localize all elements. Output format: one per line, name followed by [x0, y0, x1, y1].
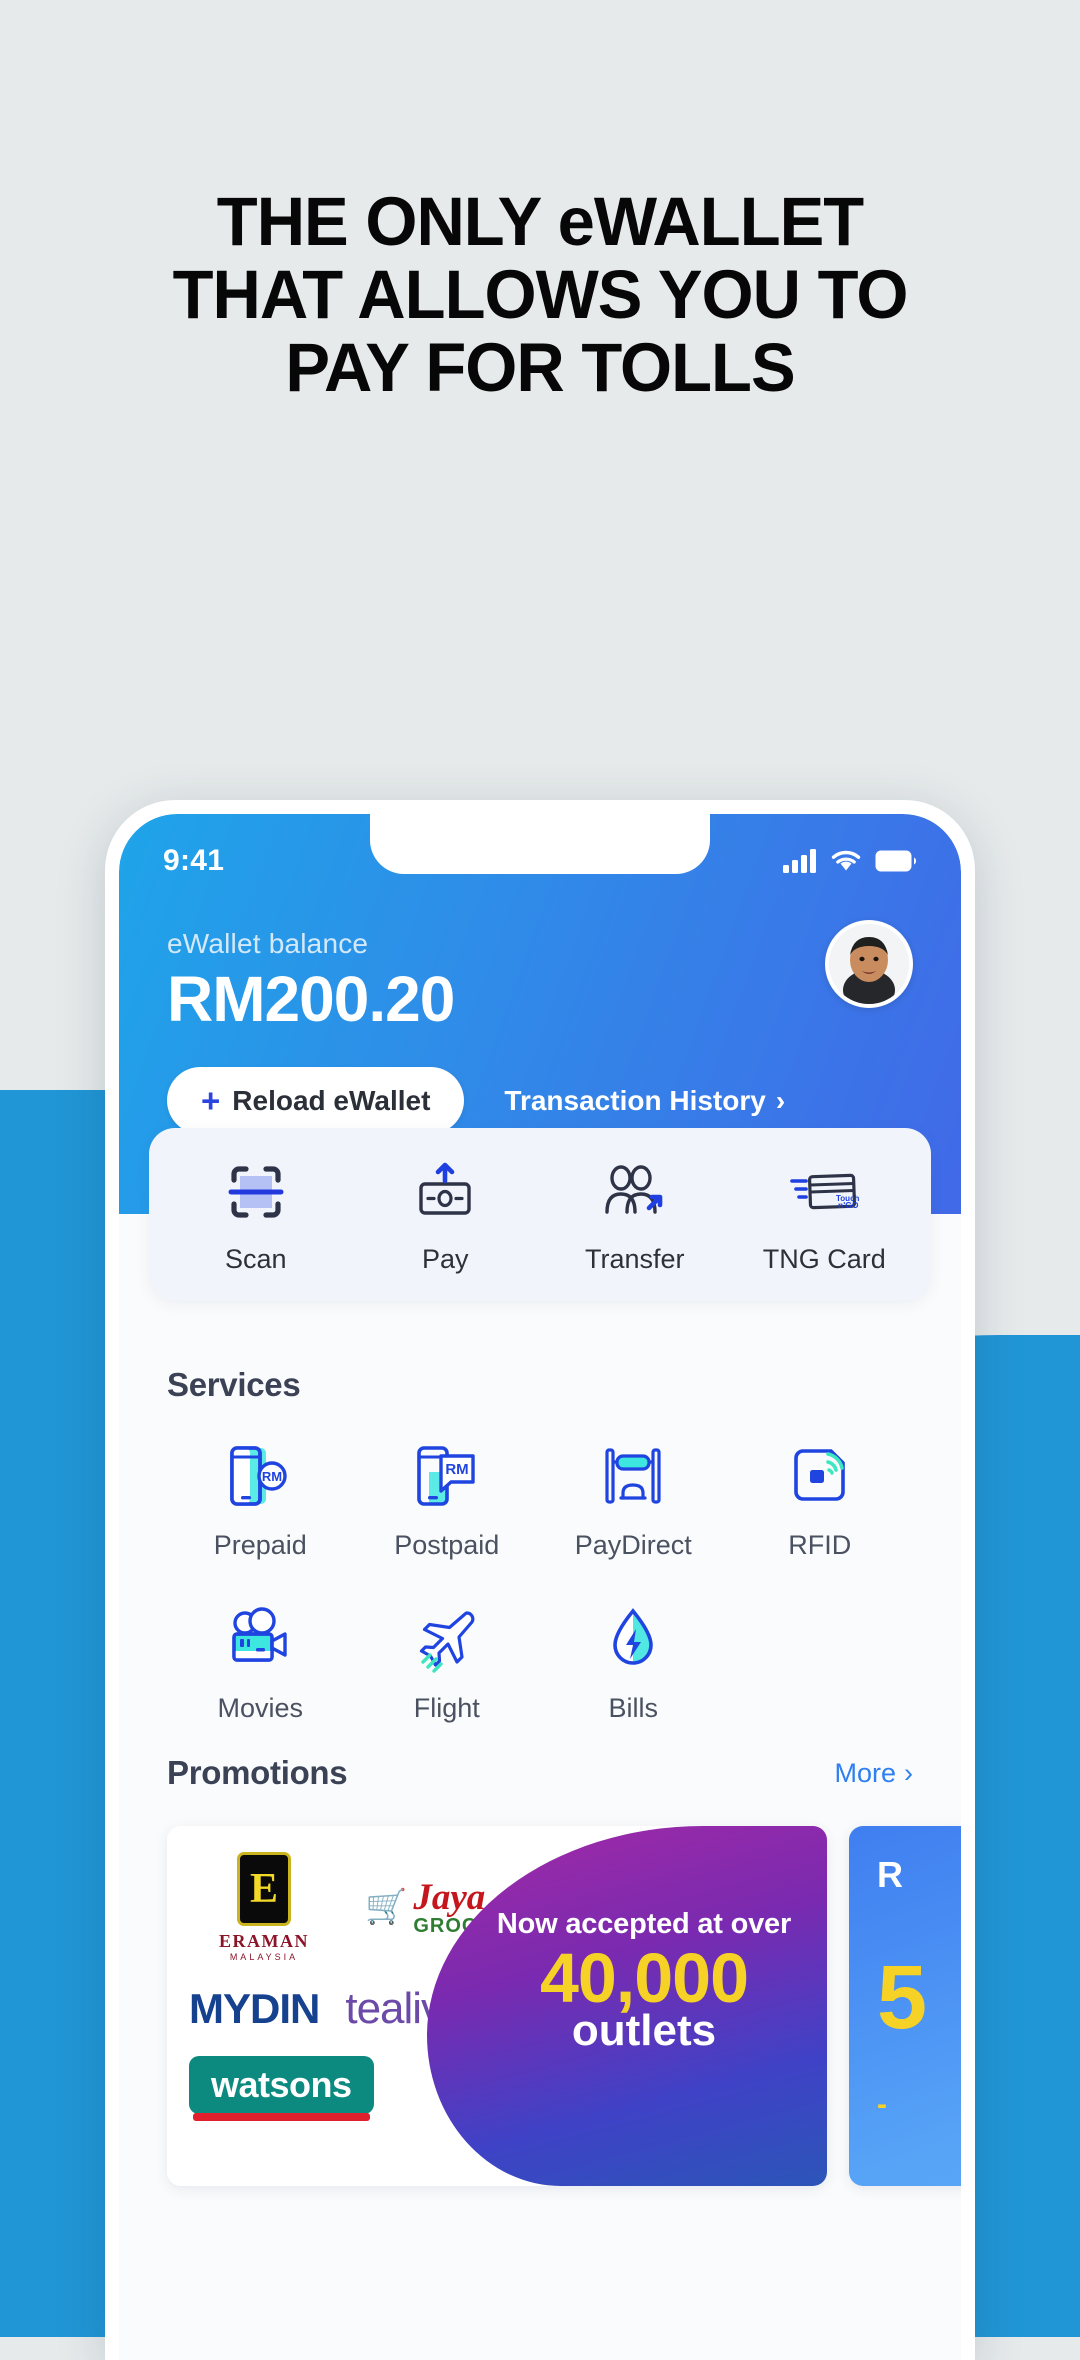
water-drop-bolt-icon [613, 1608, 654, 1665]
battery-icon [875, 850, 917, 872]
promotions-header: Promotions More › [167, 1754, 913, 1792]
quick-action-pay[interactable]: Pay [351, 1156, 541, 1275]
eraman-name: ERAMAN [219, 1931, 309, 1951]
service-item-prepaid[interactable]: RM Prepaid [167, 1438, 354, 1561]
services-grid: RM Prepaid RM Postpaid PayDirect RFID Mo… [167, 1438, 913, 1724]
reload-ewallet-label: Reload eWallet [232, 1084, 431, 1116]
quick-action-tng-card-label: TNG Card [762, 1244, 886, 1274]
promo-card-outlets[interactable]: E ERAMAN MALAYSIA 🛒 Jaya GROCER MYDIN te… [167, 1826, 827, 2186]
service-label-movies: Movies [217, 1693, 304, 1723]
phone-mockup: 9:41 eWallet balance RM200.20 + Reload e… [105, 800, 975, 2360]
eraman-mark: E [237, 1852, 291, 1926]
chevron-right-icon: › [904, 1757, 913, 1788]
service-item-flight[interactable]: Flight [354, 1601, 541, 1724]
quick-actions-card: Scan Pay Transfer Touch n'GO TNG Card [149, 1128, 931, 1301]
service-label-flight: Flight [413, 1693, 480, 1723]
balance-amount: RM200.20 [167, 963, 455, 1035]
toll-gantry-icon [605, 1448, 661, 1504]
brand-logo-eraman: E ERAMAN MALAYSIA [189, 1852, 339, 1962]
service-label-bills: Bills [608, 1693, 658, 1723]
status-icons [783, 849, 917, 873]
quick-action-scan-label: Scan [224, 1244, 287, 1274]
status-bar: 9:41 [119, 814, 961, 886]
transaction-history-link[interactable]: Transaction History › [504, 1085, 785, 1117]
plus-icon: + [201, 1082, 221, 1120]
movie-camera-icon [232, 1607, 287, 1662]
promo-card-secondary[interactable]: R 5 - [849, 1826, 961, 2186]
people-transfer-icon [605, 1165, 663, 1214]
reload-ewallet-button[interactable]: + Reload eWallet [167, 1067, 465, 1135]
balance-label: eWallet balance [167, 928, 369, 959]
poster-headline: THE ONLY eWALLET THAT ALLOWS YOU TO PAY … [16, 183, 1064, 407]
quick-action-transfer[interactable]: Transfer [540, 1156, 730, 1275]
service-item-paydirect[interactable]: PayDirect [540, 1438, 727, 1561]
brand-logo-watsons: watsons [189, 2056, 374, 2121]
promotions-carousel[interactable]: E ERAMAN MALAYSIA 🛒 Jaya GROCER MYDIN te… [167, 1826, 961, 2186]
promotions-more-link[interactable]: More › [834, 1758, 913, 1789]
services-title: Services [167, 1366, 301, 1403]
promo-text-block: Now accepted at over 40,000 outlets [479, 1908, 809, 2053]
headline-line-2: THAT ALLOWS YOU TO [172, 256, 909, 334]
promotions-more-label: More [834, 1757, 896, 1788]
quick-action-pay-label: Pay [421, 1244, 469, 1274]
service-item-postpaid[interactable]: RM Postpaid [354, 1438, 541, 1561]
status-time: 9:41 [163, 844, 225, 877]
promo-line-1: Now accepted at over [496, 1908, 792, 1940]
quick-action-transfer-label: Transfer [584, 1244, 685, 1274]
service-item-bills[interactable]: Bills [540, 1601, 727, 1724]
service-label-rfid: RFID [788, 1530, 852, 1560]
watsons-underline [193, 2113, 370, 2121]
avatar-portrait-icon [829, 924, 909, 1004]
service-item-movies[interactable]: Movies [167, 1601, 354, 1724]
promo-card-secondary-sub: - [877, 2088, 887, 2121]
quick-action-scan[interactable]: Scan [161, 1156, 351, 1275]
avatar[interactable] [825, 920, 913, 1008]
promo-line-3: outlets [571, 2006, 717, 2055]
phone-bill-rm-icon: RM [416, 1446, 475, 1506]
svg-text:RM: RM [445, 1461, 468, 1478]
promotions-section: Promotions More › E ERAMAN MALAYSIA 🛒 Ja… [119, 1724, 961, 2186]
chevron-right-icon: › [775, 1084, 786, 1116]
brand-logo-mydin: MYDIN [189, 1985, 320, 2032]
service-label-paydirect: PayDirect [574, 1530, 692, 1560]
service-item-rfid[interactable]: RFID [727, 1438, 914, 1561]
svg-text:n'GO: n'GO [838, 1200, 859, 1210]
phone-rm-icon: RM [230, 1446, 287, 1506]
transaction-history-label: Transaction History [504, 1084, 766, 1116]
eraman-subtitle: MALAYSIA [229, 1952, 299, 1962]
signal-icon [783, 849, 816, 873]
svg-text:RM: RM [262, 1469, 282, 1484]
airplane-icon [419, 1611, 475, 1673]
headline-line-3: PAY FOR TOLLS [285, 329, 795, 407]
promo-card-secondary-amount: 5 [877, 1948, 928, 2048]
headline-line-1: THE ONLY eWALLET [216, 183, 864, 260]
watsons-name: watsons [211, 2064, 352, 2105]
rfid-tag-icon [793, 1449, 845, 1501]
service-label-postpaid: Postpaid [394, 1530, 500, 1560]
promo-line-2: 40,000 [539, 1939, 749, 2017]
service-label-prepaid: Prepaid [213, 1530, 307, 1560]
scan-icon [228, 1166, 284, 1218]
balance-block: eWallet balance RM200.20 [119, 886, 961, 1033]
services-header: Services [167, 1366, 913, 1404]
shopping-cart-icon: 🛒 [365, 1888, 408, 1926]
wifi-icon [831, 850, 861, 871]
banknote-icon [419, 1162, 471, 1215]
promo-card-secondary-title: R [877, 1854, 903, 1895]
avatar-photo [829, 924, 909, 1004]
header-actions: + Reload eWallet Transaction History › [119, 1033, 961, 1135]
promotions-title: Promotions [167, 1754, 348, 1791]
quick-action-tng-card[interactable]: Touch n'GO TNG Card [730, 1156, 920, 1275]
phone-screen: 9:41 eWallet balance RM200.20 + Reload e… [119, 814, 961, 2360]
tng-card-icon: Touch n'GO [790, 1173, 860, 1210]
